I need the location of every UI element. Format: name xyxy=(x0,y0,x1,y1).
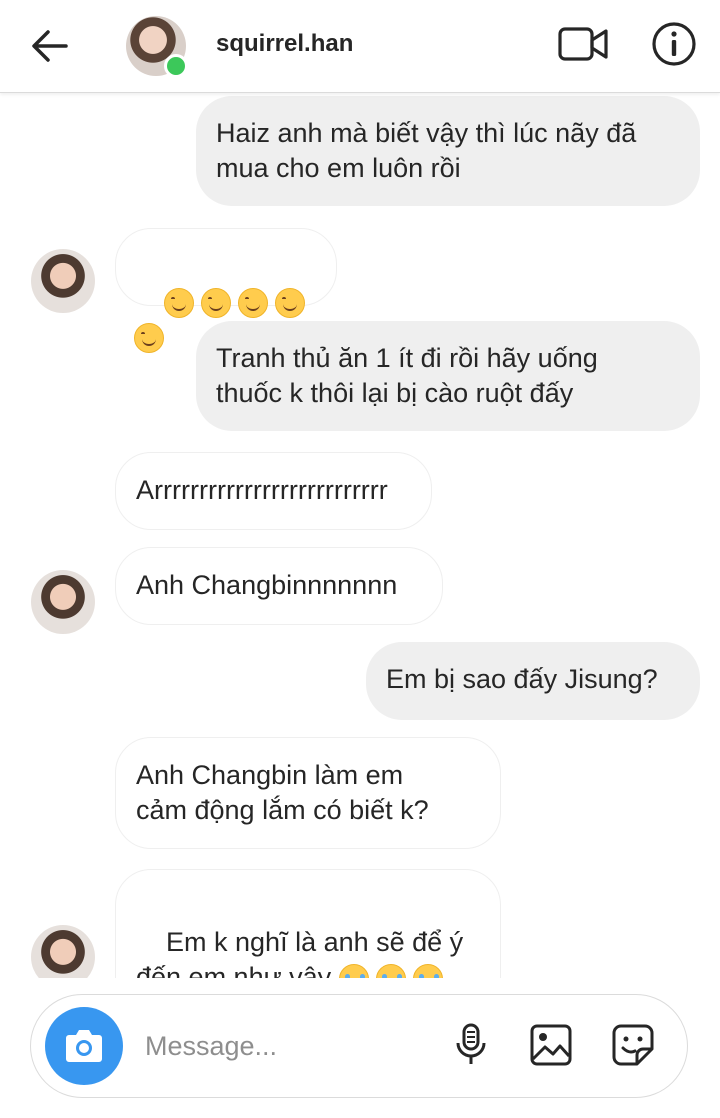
microphone-icon[interactable] xyxy=(447,1021,495,1069)
outgoing-message[interactable]: Tranh thủ ăn 1 ít đi rồi hãy uống thuốc … xyxy=(196,321,700,431)
chat-header: squirrel.han xyxy=(0,0,720,93)
sender-avatar xyxy=(31,570,95,634)
smiling-face-icon xyxy=(201,287,232,318)
smiling-face-icon xyxy=(164,287,195,318)
image-icon[interactable] xyxy=(527,1021,575,1069)
camera-button[interactable] xyxy=(45,1007,123,1085)
info-icon[interactable] xyxy=(650,20,698,68)
crying-face-icon xyxy=(375,963,406,978)
contact-username[interactable]: squirrel.han xyxy=(216,30,353,58)
message-thread[interactable]: Haiz anh mà biết vậy thì lúc nãy đã mua … xyxy=(0,92,720,978)
contact-avatar[interactable] xyxy=(126,16,188,78)
smiling-face-icon xyxy=(238,287,269,318)
message-composer xyxy=(30,994,688,1098)
sticker-icon[interactable] xyxy=(609,1021,657,1069)
incoming-message-emoji[interactable] xyxy=(115,228,337,353)
incoming-message-with-emoji[interactable]: Em k nghĩ là anh sẽ để ý đến em như vậy xyxy=(115,869,501,978)
smiling-face-icon xyxy=(134,322,164,353)
online-status-dot xyxy=(164,54,188,78)
crying-face-icon xyxy=(338,963,369,978)
video-camera-icon[interactable] xyxy=(556,22,610,66)
sender-avatar xyxy=(31,925,95,978)
smiling-face-icon xyxy=(275,287,306,318)
outgoing-message[interactable]: Em bị sao đấy Jisung? xyxy=(366,642,700,720)
incoming-message[interactable]: Anh Changbin làm em cảm động lắm có biết… xyxy=(115,737,501,849)
sender-avatar xyxy=(31,249,95,313)
incoming-message[interactable]: Anh Changbinnnnnnn xyxy=(115,547,443,625)
message-input[interactable] xyxy=(143,1025,407,1067)
camera-icon xyxy=(66,1030,102,1062)
back-arrow-icon[interactable] xyxy=(28,24,72,68)
crying-face-icon xyxy=(412,963,443,978)
incoming-message[interactable]: Arrrrrrrrrrrrrrrrrrrrrrrrrr xyxy=(115,452,432,530)
outgoing-message[interactable]: Haiz anh mà biết vậy thì lúc nãy đã mua … xyxy=(196,96,700,206)
